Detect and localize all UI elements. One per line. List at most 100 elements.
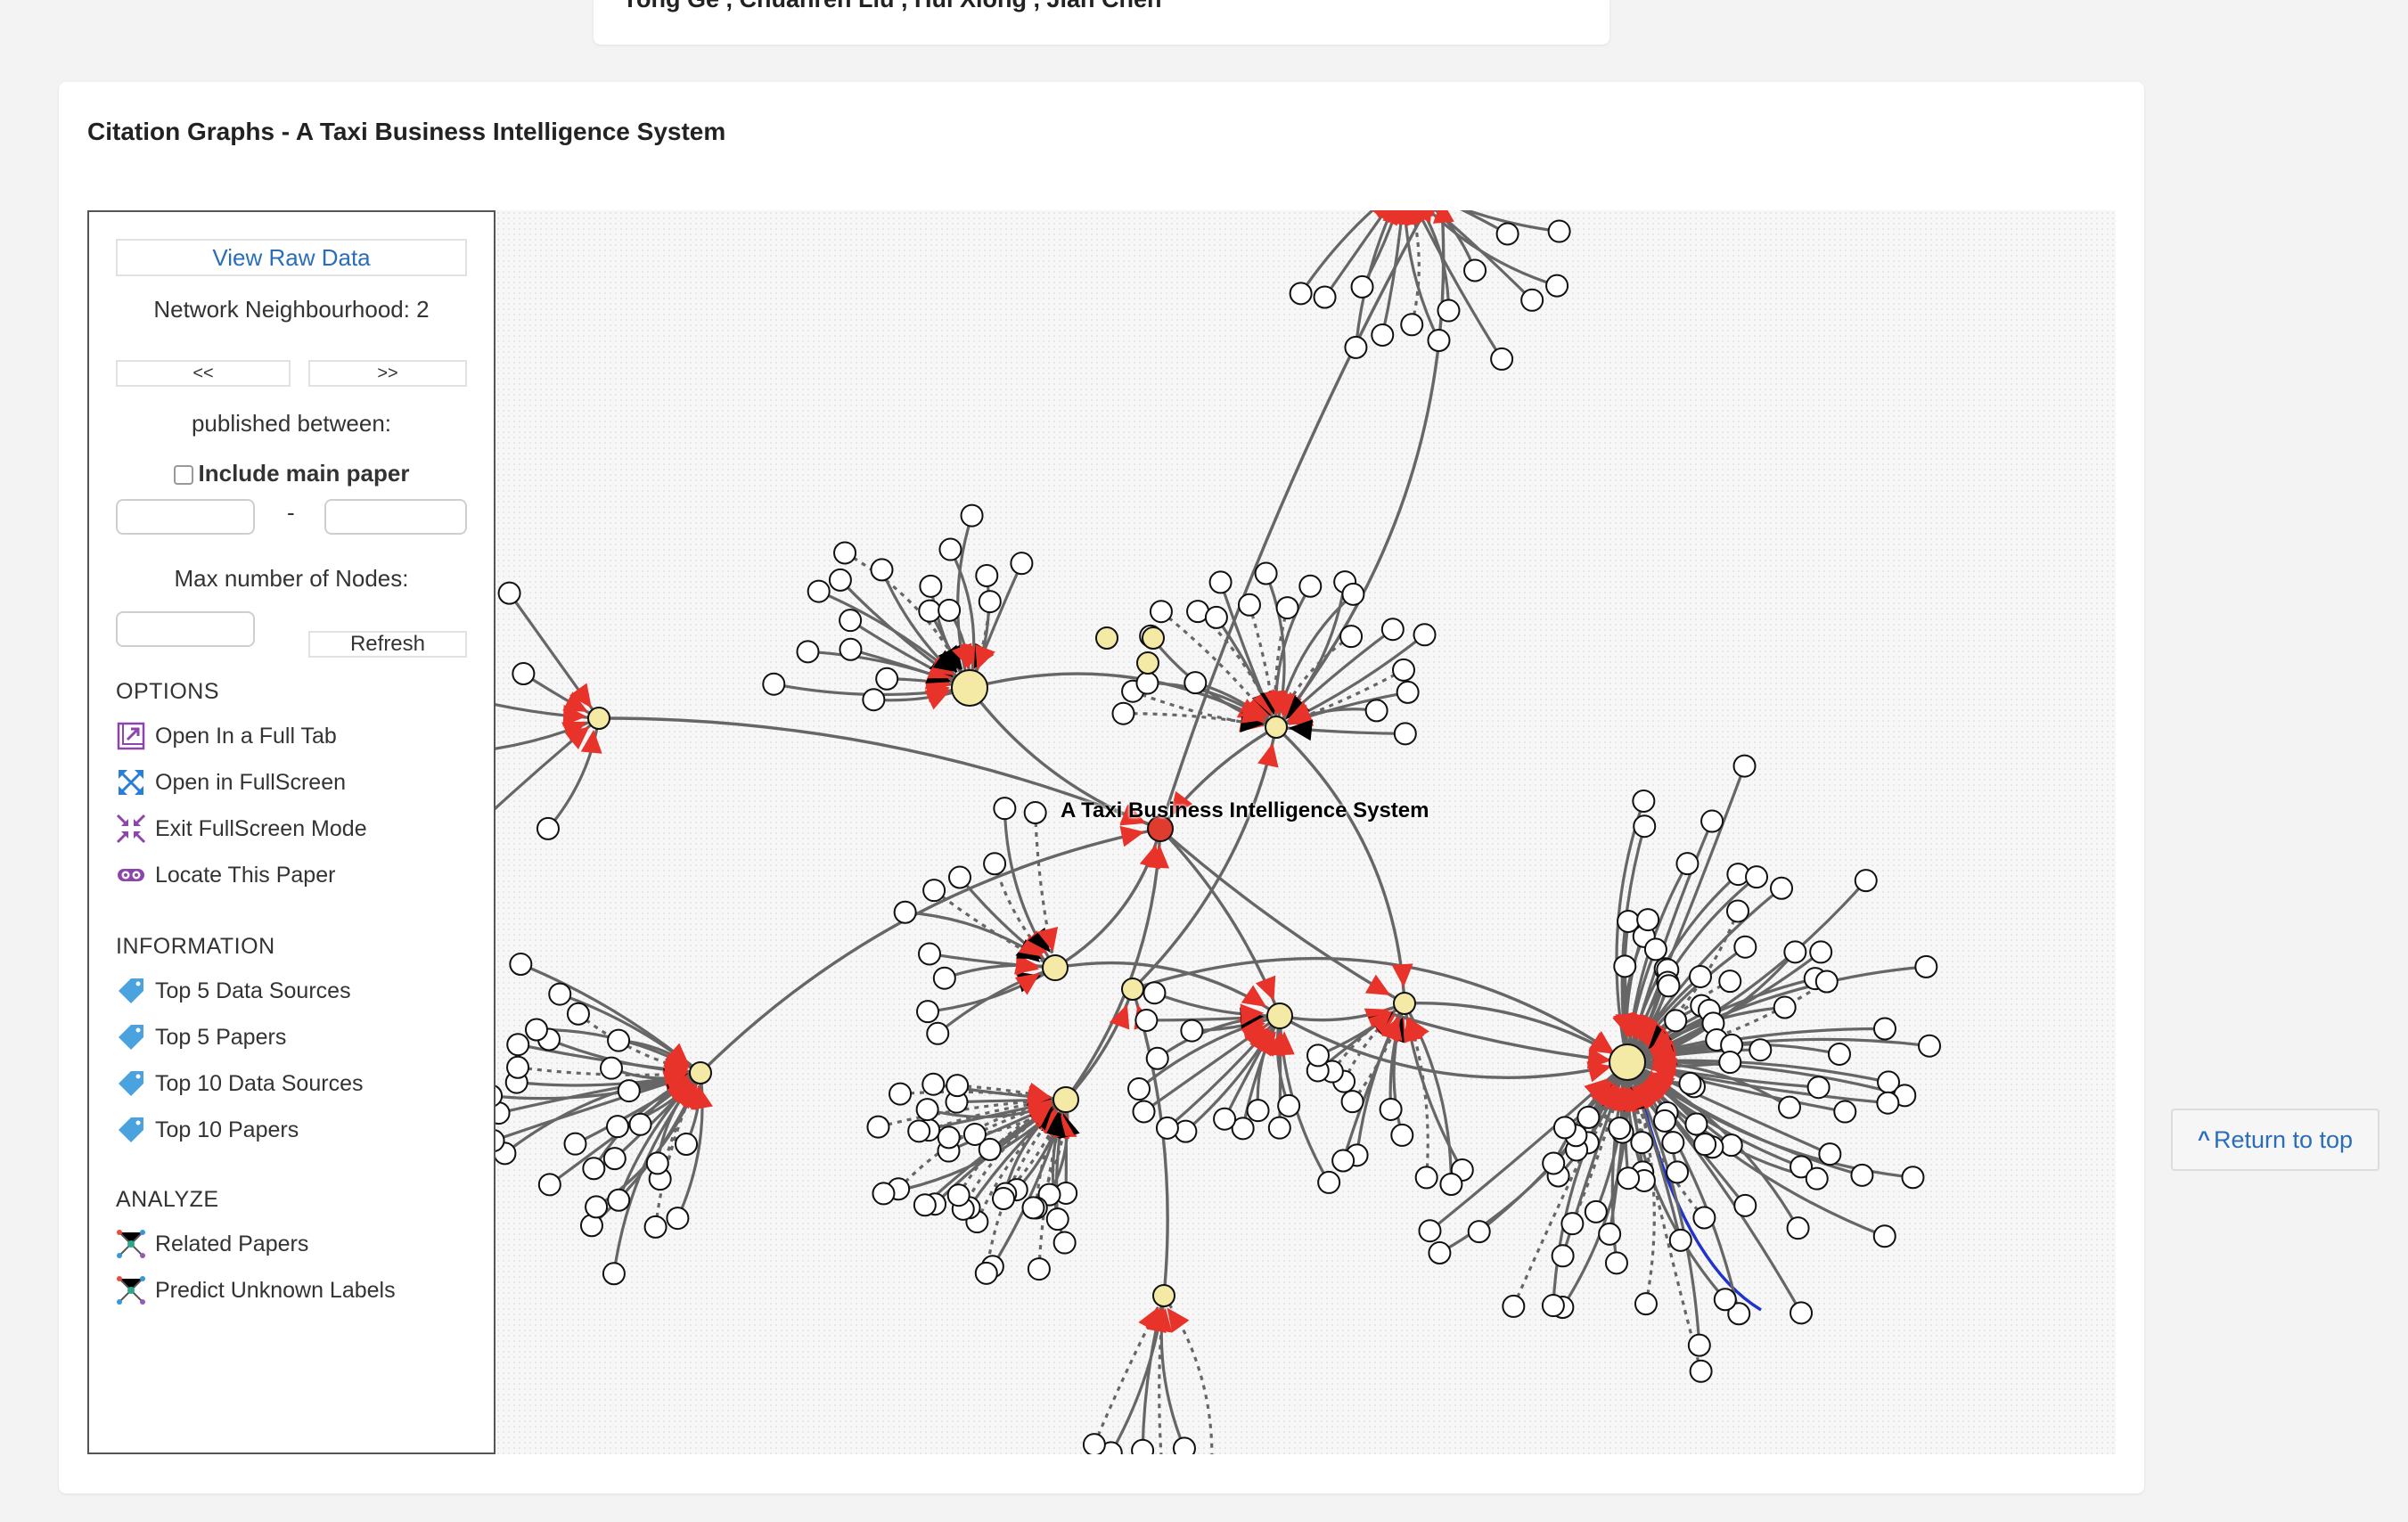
graph-node[interactable] — [585, 1195, 609, 1219]
graph-node[interactable] — [1551, 1244, 1575, 1268]
graph-node[interactable] — [1783, 940, 1807, 964]
graph-node[interactable] — [978, 590, 1002, 614]
graph-node[interactable] — [947, 865, 971, 889]
graph-node[interactable] — [1437, 299, 1461, 323]
graph-node[interactable] — [1700, 809, 1724, 833]
graph-node[interactable] — [962, 1122, 987, 1146]
graph-node[interactable] — [993, 797, 1017, 821]
graph-node[interactable] — [983, 852, 1007, 876]
citation-graph-svg[interactable] — [496, 210, 2116, 1454]
graph-node[interactable] — [1773, 995, 1797, 1019]
graph-node[interactable] — [1213, 1107, 1237, 1131]
graph-node[interactable] — [839, 637, 863, 661]
open-in-full-tab-item[interactable]: Open In a Full Tab — [116, 720, 337, 752]
graph-node[interactable] — [506, 1033, 530, 1057]
graph-node[interactable] — [1657, 974, 1681, 998]
graph-node[interactable] — [1391, 658, 1415, 682]
graph-node[interactable] — [919, 574, 943, 598]
graph-node[interactable] — [1684, 1112, 1708, 1136]
graph-node[interactable] — [548, 982, 572, 1006]
graph-node[interactable] — [537, 1173, 561, 1197]
graph-node[interactable] — [1331, 1149, 1356, 1173]
graph-node[interactable] — [1664, 1009, 1688, 1033]
graph-node[interactable] — [675, 1133, 699, 1157]
view-raw-data-button[interactable]: View Raw Data — [116, 239, 467, 276]
graph-node[interactable] — [938, 537, 962, 561]
hub-node[interactable] — [1136, 651, 1159, 675]
graph-node[interactable] — [1809, 940, 1833, 964]
graph-node[interactable] — [1790, 1301, 1814, 1325]
graph-node[interactable] — [796, 640, 820, 664]
graph-node[interactable] — [1172, 1436, 1196, 1454]
hub-node[interactable] — [1393, 992, 1416, 1015]
graph-node[interactable] — [1344, 335, 1368, 359]
graph-node[interactable] — [1613, 954, 1637, 978]
graph-node[interactable] — [1082, 1433, 1106, 1454]
graph-node[interactable] — [918, 942, 942, 966]
hub-node[interactable] — [951, 669, 988, 707]
graph-node[interactable] — [1876, 1091, 1900, 1115]
hub-node[interactable] — [587, 707, 610, 730]
hub-node[interactable] — [1266, 1002, 1293, 1029]
graph-node[interactable] — [946, 1074, 970, 1098]
predict-unknown-labels-item[interactable]: Predict Unknown Labels — [116, 1274, 396, 1306]
graph-node[interactable] — [828, 568, 852, 592]
graph-node[interactable] — [666, 1207, 690, 1231]
graph-node[interactable] — [1726, 899, 1750, 923]
graph-node[interactable] — [1396, 680, 1420, 704]
graph-node[interactable] — [907, 1119, 931, 1143]
graph-node[interactable] — [1643, 937, 1667, 961]
graph-node[interactable] — [916, 1000, 940, 1024]
graph-node[interactable] — [1111, 701, 1135, 725]
graph-node[interactable] — [1134, 1008, 1159, 1032]
graph-node[interactable] — [1675, 852, 1700, 876]
graph-node[interactable] — [1634, 1292, 1658, 1316]
graph-node[interactable] — [974, 1261, 998, 1285]
graph-node[interactable] — [1872, 1017, 1896, 1041]
related-papers-item[interactable]: Related Papers — [116, 1228, 308, 1260]
graph-node[interactable] — [1806, 1076, 1831, 1100]
graph-node[interactable] — [915, 1098, 939, 1122]
graph-node[interactable] — [1313, 285, 1337, 309]
graph-node[interactable] — [607, 1188, 631, 1212]
graph-node[interactable] — [1541, 1294, 1565, 1318]
graph-node[interactable] — [1490, 347, 1514, 371]
graph-node[interactable] — [1010, 552, 1034, 576]
graph-node[interactable] — [497, 581, 521, 605]
previous-neighbourhood-button[interactable]: << — [116, 360, 291, 387]
graph-node[interactable] — [1688, 964, 1712, 988]
graph-node[interactable] — [1687, 1333, 1711, 1357]
graph-node[interactable] — [807, 579, 831, 603]
graph-node[interactable] — [1180, 1019, 1204, 1043]
graph-node[interactable] — [1379, 1097, 1403, 1121]
graph-node[interactable] — [1666, 1160, 1690, 1184]
graph-node[interactable] — [1246, 1099, 1270, 1123]
date-to-input[interactable] — [324, 499, 467, 535]
graph-node[interactable] — [926, 1021, 950, 1045]
graph-node[interactable] — [1693, 1133, 1717, 1157]
graph-node[interactable] — [1719, 1133, 1743, 1158]
graph-node[interactable] — [1149, 600, 1173, 624]
graph-node[interactable] — [1713, 1288, 1737, 1312]
next-neighbourhood-button[interactable]: >> — [308, 360, 467, 387]
graph-node[interactable] — [1632, 789, 1656, 813]
graph-node[interactable] — [1749, 1038, 1773, 1062]
graph-node[interactable] — [1467, 1220, 1491, 1244]
graph-node[interactable] — [606, 1115, 630, 1139]
graph-node[interactable] — [872, 1182, 896, 1206]
graph-node[interactable] — [1584, 1199, 1608, 1223]
graph-node[interactable] — [762, 672, 786, 696]
graph-node[interactable] — [1267, 1116, 1291, 1140]
graph-node[interactable] — [870, 558, 894, 582]
graph-node[interactable] — [1770, 876, 1794, 900]
graph-node[interactable] — [1254, 561, 1278, 585]
graph-node[interactable] — [1277, 1093, 1301, 1117]
graph-node[interactable] — [1132, 1100, 1156, 1124]
hub-node[interactable] — [1042, 954, 1069, 981]
graph-node[interactable] — [506, 1055, 530, 1079]
graph-node[interactable] — [1636, 908, 1660, 932]
date-from-input[interactable] — [116, 499, 255, 535]
graph-node[interactable] — [1155, 1116, 1179, 1140]
graph-node[interactable] — [1413, 623, 1437, 647]
graph-node[interactable] — [1145, 1046, 1169, 1070]
